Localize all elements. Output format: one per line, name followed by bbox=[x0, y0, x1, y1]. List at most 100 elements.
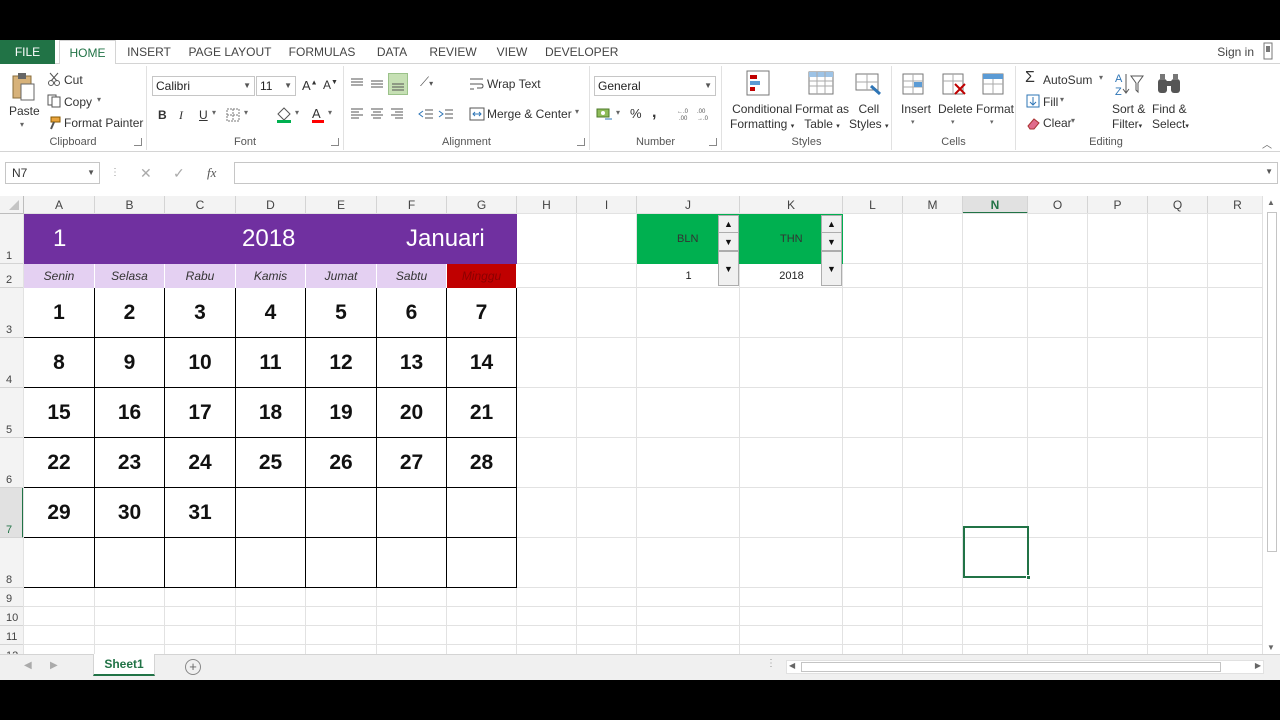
calendar-day-cell[interactable]: 8 bbox=[24, 338, 95, 388]
calendar-day-cell[interactable]: 10 bbox=[165, 338, 236, 388]
row-header-3[interactable]: 3 bbox=[0, 288, 24, 338]
orientation-icon[interactable]: ⟋▾ bbox=[420, 74, 433, 90]
calendar-day-cell[interactable] bbox=[236, 488, 306, 538]
scroll-down-icon[interactable]: ▼ bbox=[1267, 643, 1275, 652]
expand-formula-icon[interactable]: ▼ bbox=[1265, 167, 1273, 176]
wrap-text-button[interactable]: Wrap Text bbox=[487, 77, 541, 91]
calendar-day-cell[interactable]: 24 bbox=[165, 438, 236, 488]
fill-color-icon[interactable] bbox=[275, 106, 293, 127]
calendar-day-cell[interactable]: 26 bbox=[306, 438, 377, 488]
calendar-day-cell[interactable]: 3 bbox=[165, 288, 236, 338]
row-header-4[interactable]: 4 bbox=[0, 338, 24, 388]
paste-dropdown-icon[interactable]: ▾ bbox=[20, 120, 24, 129]
calendar-day-cell[interactable]: 23 bbox=[95, 438, 165, 488]
decrease-decimal-icon[interactable]: .00 →.0 bbox=[697, 106, 713, 125]
vertical-scroll-thumb[interactable] bbox=[1267, 212, 1277, 552]
thn-down-arrow-icon[interactable]: ▼ bbox=[822, 233, 841, 250]
increase-decimal-icon[interactable]: ←.0.00 bbox=[677, 106, 693, 125]
row-header-6[interactable]: 6 bbox=[0, 438, 24, 488]
formula-input[interactable]: ▼ bbox=[234, 162, 1278, 184]
insert-button[interactable]: Insert bbox=[901, 102, 931, 116]
align-left-icon[interactable] bbox=[349, 106, 365, 125]
day-header-minggu[interactable]: Minggu bbox=[447, 264, 517, 288]
row-header-2[interactable]: 2 bbox=[0, 264, 24, 288]
day-header-selasa[interactable]: Selasa bbox=[95, 264, 165, 288]
calendar-day-cell[interactable]: 22 bbox=[24, 438, 95, 488]
bln-spinner-lower[interactable]: ▼ bbox=[718, 251, 739, 286]
tab-developer[interactable]: DEVELOPER bbox=[545, 40, 618, 64]
tab-view[interactable]: VIEW bbox=[492, 40, 532, 64]
fill-dropdown-icon[interactable]: ▾ bbox=[1060, 95, 1064, 104]
currency-dropdown-icon[interactable]: ▾ bbox=[616, 108, 620, 117]
row-header-5[interactable]: 5 bbox=[0, 388, 24, 438]
column-header-o[interactable]: O bbox=[1028, 196, 1088, 214]
horizontal-scroll-thumb[interactable] bbox=[801, 662, 1221, 672]
tab-page-layout[interactable]: PAGE LAYOUT bbox=[186, 40, 274, 64]
copy-dropdown-icon[interactable]: ▾ bbox=[97, 95, 101, 104]
day-header-kamis[interactable]: Kamis bbox=[236, 264, 306, 288]
select-all-corner[interactable] bbox=[0, 196, 24, 214]
align-right-icon[interactable] bbox=[389, 106, 405, 125]
calendar-day-cell[interactable]: 28 bbox=[447, 438, 517, 488]
calendar-day-cell[interactable] bbox=[447, 488, 517, 538]
comma-button[interactable]: , bbox=[652, 104, 656, 122]
align-middle-icon[interactable] bbox=[369, 76, 385, 95]
tab-insert[interactable]: INSERT bbox=[122, 40, 176, 64]
column-header-q[interactable]: Q bbox=[1148, 196, 1208, 214]
enter-check-icon[interactable]: ✓ bbox=[173, 162, 185, 184]
conditional-formatting-button[interactable]: Conditional Formatting ▾ bbox=[730, 102, 794, 134]
row-header-8[interactable]: 8 bbox=[0, 538, 24, 588]
tab-split-grip-icon[interactable]: ⋮ bbox=[766, 658, 776, 669]
calendar-title-bar[interactable]: 1 2018 Januari bbox=[24, 214, 517, 264]
row-header-12[interactable]: 12 bbox=[0, 645, 24, 654]
horizontal-scrollbar[interactable]: ◀ ▶ bbox=[786, 660, 1264, 674]
fill-handle[interactable] bbox=[1026, 575, 1031, 580]
number-format-select[interactable]: General ▼ bbox=[594, 76, 716, 96]
underline-button[interactable]: U bbox=[199, 108, 208, 122]
calendar-day-cell[interactable]: 20 bbox=[377, 388, 447, 438]
calendar-day-cell[interactable]: 27 bbox=[377, 438, 447, 488]
insert-function-icon[interactable]: fx bbox=[207, 162, 216, 184]
tab-review[interactable]: REVIEW bbox=[426, 40, 480, 64]
sheet-tab-sheet1[interactable]: Sheet1 bbox=[93, 654, 155, 676]
cell-styles-button[interactable]: Cell Styles ▾ bbox=[849, 102, 889, 134]
calendar-day-cell[interactable]: 14 bbox=[447, 338, 517, 388]
column-header-i[interactable]: I bbox=[577, 196, 637, 214]
sort-filter-button[interactable]: Sort & Filter▾ bbox=[1112, 102, 1145, 134]
bln-spinner[interactable]: ▲ ▼ bbox=[718, 215, 739, 251]
calendar-day-cell[interactable]: 11 bbox=[236, 338, 306, 388]
alignment-launcher-icon[interactable] bbox=[577, 138, 585, 146]
autosum-dropdown-icon[interactable]: ▾ bbox=[1099, 73, 1103, 82]
calendar-day-cell[interactable]: 25 bbox=[236, 438, 306, 488]
column-header-b[interactable]: B bbox=[95, 196, 165, 214]
scroll-right-icon[interactable]: ▶ bbox=[1255, 661, 1261, 670]
row-header-7[interactable]: 7 bbox=[0, 488, 24, 538]
clear-button[interactable]: Clear bbox=[1043, 116, 1072, 130]
format-button[interactable]: Format bbox=[976, 102, 1014, 116]
column-header-c[interactable]: C bbox=[165, 196, 236, 214]
column-header-r[interactable]: R bbox=[1208, 196, 1262, 214]
font-color-dropdown-icon[interactable]: ▾ bbox=[328, 108, 332, 117]
format-as-table-button[interactable]: Format as Table ▾ bbox=[795, 102, 849, 134]
day-header-rabu[interactable]: Rabu bbox=[165, 264, 236, 288]
find-select-button[interactable]: Find & Select▾ bbox=[1152, 102, 1189, 134]
merge-center-button[interactable]: Merge & Center bbox=[487, 107, 572, 121]
delete-button[interactable]: Delete bbox=[938, 102, 973, 116]
underline-dropdown-icon[interactable]: ▾ bbox=[212, 108, 216, 117]
column-header-k[interactable]: K bbox=[740, 196, 843, 214]
fill-color-dropdown-icon[interactable]: ▾ bbox=[295, 108, 299, 117]
italic-button[interactable]: I bbox=[179, 108, 183, 123]
tab-file[interactable]: FILE bbox=[0, 40, 55, 64]
format-painter-button[interactable]: Format Painter bbox=[64, 116, 143, 130]
collapse-ribbon-icon[interactable]: ︿ bbox=[1262, 136, 1272, 151]
calendar-day-cell[interactable]: 16 bbox=[95, 388, 165, 438]
column-header-l[interactable]: L bbox=[843, 196, 903, 214]
column-header-j[interactable]: J bbox=[637, 196, 740, 214]
calendar-day-cell[interactable]: 15 bbox=[24, 388, 95, 438]
day-header-jumat[interactable]: Jumat bbox=[306, 264, 377, 288]
column-header-f[interactable]: F bbox=[377, 196, 447, 214]
calendar-day-cell[interactable]: 2 bbox=[95, 288, 165, 338]
scroll-left-icon[interactable]: ◀ bbox=[789, 661, 795, 670]
thn-spinner[interactable]: ▲ ▼ bbox=[821, 215, 842, 251]
tab-formulas[interactable]: FORMULAS bbox=[284, 40, 360, 64]
